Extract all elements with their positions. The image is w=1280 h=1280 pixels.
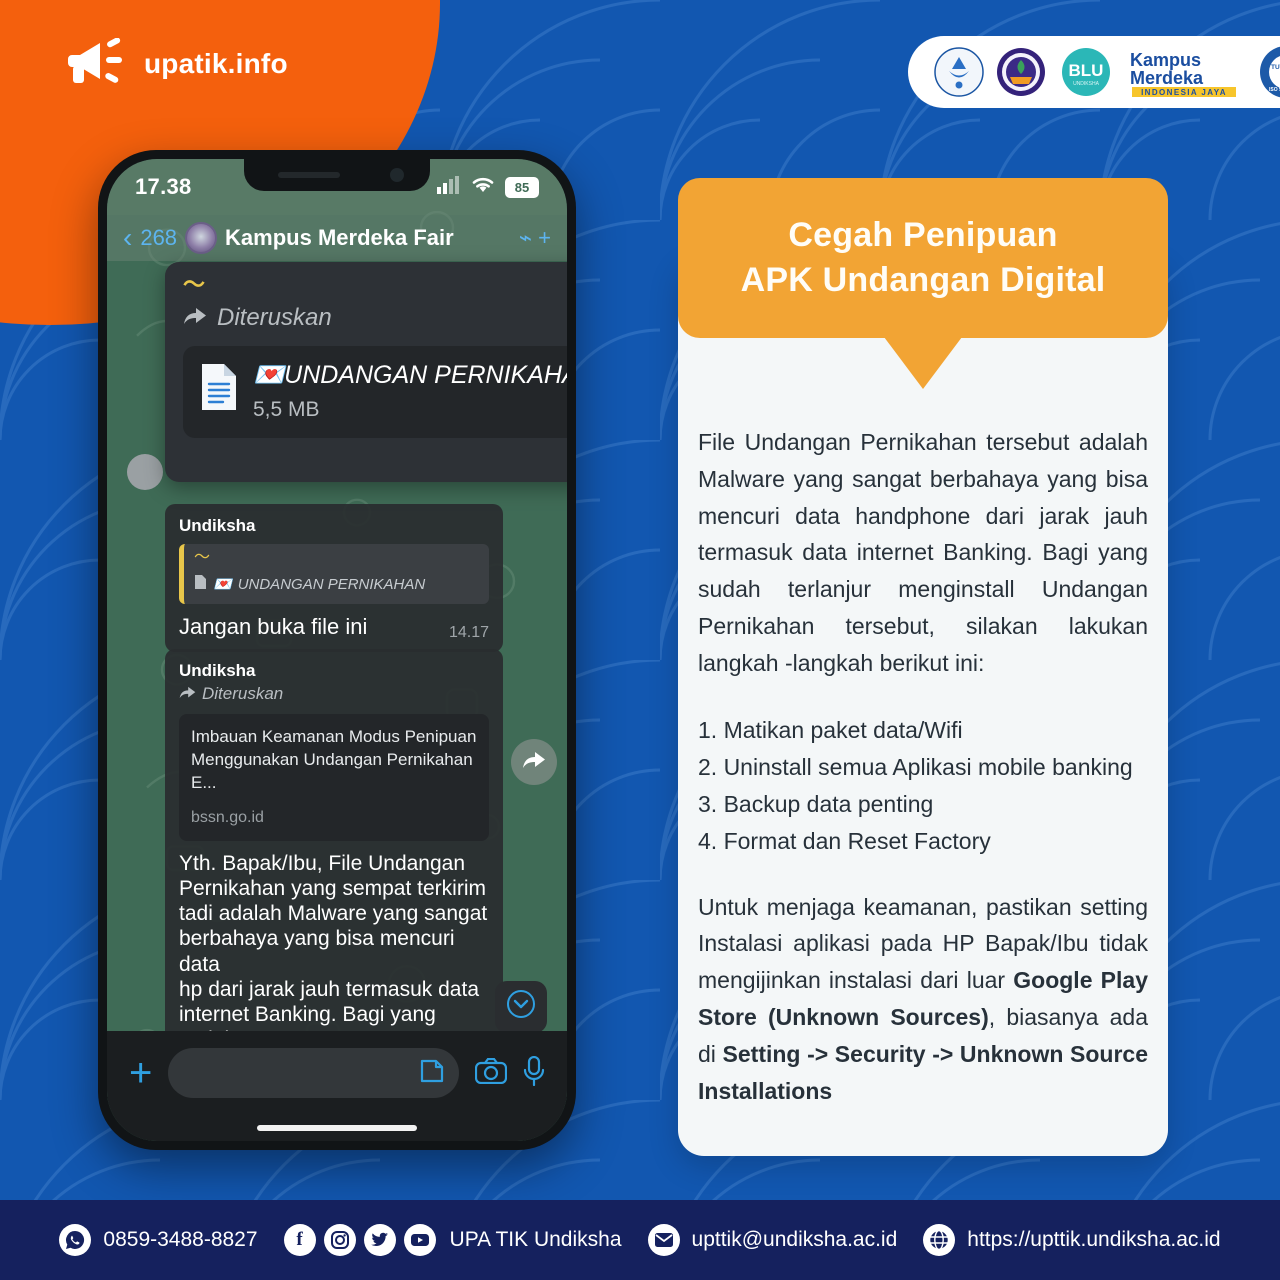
logo-strip: BLU UNDIKSHA Kampus Merdeka INDONESIA JA… <box>908 36 1280 108</box>
footer-social-handle: UPA TIK Undiksha <box>449 1228 622 1251</box>
avatar[interactable] <box>185 222 218 254</box>
forward-arrow-icon <box>179 684 196 704</box>
forward-arrow-icon <box>522 749 546 775</box>
file-attachment[interactable]: 💌UNDANGAN PERNIKAHAN 5,5 MB <box>183 346 567 438</box>
megaphone-icon <box>68 37 126 89</box>
facebook-icon[interactable]: f <box>283 1224 316 1256</box>
tuv-nord-logo: TUV NORD ISO 9001:2015 <box>1258 44 1280 100</box>
link-preview[interactable]: Imbauan Keamanan Modus Penipuan Mengguna… <box>179 714 489 841</box>
footer-email[interactable]: upttik@undiksha.ac.id <box>647 1224 898 1256</box>
bubble-text: Jangan buka file ini <box>179 614 368 639</box>
footer-email-address: upttik@undiksha.ac.id <box>691 1228 898 1251</box>
panel-body: File Undangan Pernikahan tersebut adalah… <box>698 424 1148 1109</box>
tilde-marker: 〜 <box>194 549 211 566</box>
title-banner: Cegah Penipuan APK Undangan Digital <box>678 178 1168 338</box>
instagram-icon[interactable] <box>323 1224 356 1256</box>
closing-bold-2: Setting -> Security -> Unknown Source In… <box>698 1040 1148 1104</box>
message-bubble[interactable]: Undiksha 〜 💌 UNDANGAN PERNIKAHAN Jangan … <box>165 504 503 652</box>
forward-arrow-icon <box>183 305 207 331</box>
quoted-file-name: UNDANGAN PERNIKAHAN <box>237 575 426 593</box>
back-chevron-icon[interactable]: ‹ <box>123 224 132 252</box>
battery-indicator: 85 <box>505 176 539 198</box>
twitter-icon[interactable] <box>363 1224 396 1256</box>
mail-icon <box>647 1224 680 1256</box>
forwarded-label: Diteruskan <box>217 304 332 331</box>
down-arrow-icon <box>881 333 965 389</box>
footer: 0859-3488-8827 f UPA TIK Undiksha upttik… <box>0 1200 1280 1280</box>
cellular-signal-icon <box>437 175 461 199</box>
title-line-2: APK Undangan Digital <box>740 261 1106 299</box>
bubble-sender: Undiksha <box>179 661 256 680</box>
chat-header[interactable]: ‹ 268 Kampus Merdeka Fair ⌁ + <box>107 215 567 261</box>
microphone-icon[interactable] <box>523 1055 545 1091</box>
plus-icon[interactable]: + <box>129 1053 152 1093</box>
scroll-to-bottom-button[interactable] <box>495 981 547 1033</box>
svg-text:Merdeka: Merdeka <box>1130 68 1204 88</box>
unread-count: 268 <box>140 225 178 250</box>
video-call-icon[interactable]: ⌁ <box>519 225 532 251</box>
footer-website-url: https://upttik.undiksha.ac.id <box>967 1228 1221 1251</box>
footer-social[interactable]: f UPA TIK Undiksha <box>283 1224 622 1256</box>
love-letter-emoji: 💌 <box>213 576 232 593</box>
link-title: Imbauan Keamanan Modus Penipuan Mengguna… <box>191 727 477 792</box>
document-icon <box>199 362 239 412</box>
svg-text:INDONESIA JAYA: INDONESIA JAYA <box>1141 88 1227 97</box>
undiksha-logo <box>996 47 1046 97</box>
forwarded-label-row: Diteruskan <box>183 304 567 332</box>
svg-text:UNDIKSHA: UNDIKSHA <box>1073 81 1100 87</box>
bubble-sender: Undiksha <box>179 516 256 535</box>
phone-notch <box>244 159 430 191</box>
forwarded-file-card[interactable]: 〜 Diteruskan 💌UNDANGAN PERNIKAHAN 5,5 MB <box>165 262 567 482</box>
title-line-1: Cegah Penipuan <box>788 215 1058 254</box>
tilde-marker: 〜 <box>183 272 206 297</box>
link-url: bssn.go.id <box>191 808 264 826</box>
whatsapp-icon <box>59 1224 92 1256</box>
blu-logo: BLU UNDIKSHA <box>1058 47 1114 97</box>
brand: upatik.info <box>68 37 288 89</box>
phone-mockup: 17.38 85 ‹ 268 Kampus Merdeka Fair ⌁ + 〜… <box>98 150 576 1150</box>
message-time: 14.17 <box>448 624 489 641</box>
home-indicator <box>257 1125 417 1131</box>
svg-text:BLU: BLU <box>1069 61 1104 80</box>
love-letter-emoji: 💌 <box>253 361 285 389</box>
message-input[interactable] <box>168 1048 459 1098</box>
footer-website[interactable]: https://upttik.undiksha.ac.id <box>923 1224 1221 1256</box>
status-clock: 17.38 <box>135 174 192 199</box>
youtube-icon[interactable] <box>403 1224 436 1256</box>
wifi-icon <box>471 176 495 199</box>
file-name: 💌UNDANGAN PERNIKAHAN <box>253 361 567 389</box>
footer-phone[interactable]: 0859-3488-8827 <box>59 1224 258 1256</box>
svg-text:Kampus: Kampus <box>1130 50 1201 70</box>
quoted-file: 💌 UNDANGAN PERNIKAHAN <box>194 574 479 594</box>
chat-title: Kampus Merdeka Fair <box>225 225 454 250</box>
steps-list: 1. Matikan paket data/Wifi 2. Uninstall … <box>698 712 1148 861</box>
phone-screen: 17.38 85 ‹ 268 Kampus Merdeka Fair ⌁ + 〜… <box>107 159 567 1141</box>
brand-name: upatik.info <box>144 47 288 79</box>
quoted-message[interactable]: 〜 💌 UNDANGAN PERNIKAHAN <box>179 544 489 604</box>
forwarded-label-row: Diteruskan <box>179 684 489 704</box>
forwarded-label: Diteruskan <box>202 684 284 703</box>
chevron-down-icon <box>506 989 536 1026</box>
closing-paragraph: Untuk menjaga keamanan, pastikan setting… <box>698 889 1148 1110</box>
file-size: 5,5 MB <box>253 397 320 421</box>
forward-button[interactable] <box>511 739 557 785</box>
sticker-icon[interactable] <box>419 1058 445 1089</box>
camera-icon[interactable] <box>474 1057 508 1089</box>
footer-phone-number: 0859-3488-8827 <box>103 1228 258 1251</box>
list-item: 3. Backup data penting <box>698 791 934 818</box>
document-icon <box>194 574 207 594</box>
list-item: 1. Matikan paket data/Wifi <box>698 716 963 743</box>
message-time: 14.17 <box>183 448 567 472</box>
list-item: 2. Uninstall semua Aplikasi mobile banki… <box>698 753 1133 780</box>
intro-paragraph: File Undangan Pernikahan tersebut adalah… <box>698 429 1148 676</box>
kemdikbud-logo <box>934 47 984 97</box>
list-item: 4. Format dan Reset Factory <box>698 828 991 855</box>
svg-text:TUV NORD: TUV NORD <box>1271 64 1280 71</box>
sender-avatar <box>127 454 163 490</box>
kampus-merdeka-logo: Kampus Merdeka INDONESIA JAYA <box>1126 46 1246 98</box>
globe-icon <box>923 1224 956 1256</box>
add-member-icon[interactable]: + <box>538 225 551 251</box>
svg-text:ISO 9001:2015: ISO 9001:2015 <box>1269 87 1280 93</box>
